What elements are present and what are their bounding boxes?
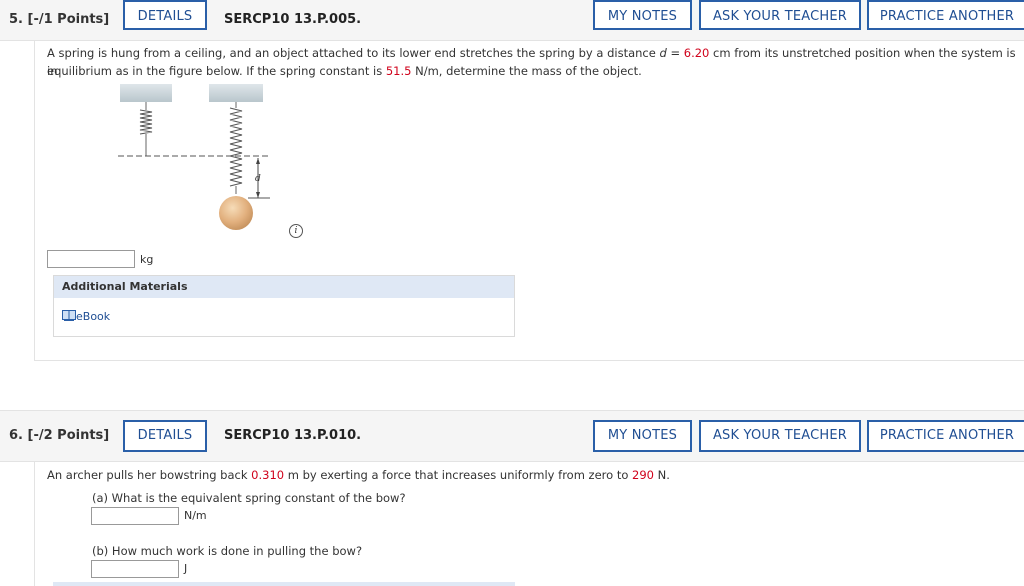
ceiling-right (209, 84, 263, 102)
question-text-part: A spring is hung from a ceiling, and an … (47, 46, 660, 60)
spring-constant-value: 51.5 (385, 64, 412, 78)
hanging-mass (219, 196, 253, 230)
question-number-label: 5. (9, 12, 23, 27)
question-6-text: An archer pulls her bowstring back 0.310… (47, 466, 670, 484)
force-value: 290 (632, 468, 654, 482)
question-6-header: 6. [-/2 Points] DETAILS SERCP10 13.P.010… (0, 410, 1024, 462)
arrow-head-up (256, 158, 260, 164)
distance-label-d: d (255, 174, 261, 184)
ask-teacher-button[interactable]: ASK YOUR TEACHER (699, 420, 861, 452)
question-points: [-/2 Points] (27, 428, 110, 443)
question-number: 5. [-/1 Points] (9, 0, 109, 40)
additional-materials-heading: Additional Materials (54, 276, 514, 298)
my-notes-button[interactable]: MY NOTES (593, 420, 692, 452)
question-text-part: N/m, determine the mass of the object. (411, 64, 642, 78)
ebook-label: eBook (76, 310, 111, 323)
ebook-link[interactable]: eBook (62, 310, 110, 323)
question-text-part: An archer pulls her bowstring back (47, 468, 252, 482)
spring-right-coils (229, 107, 243, 187)
spring-figure: d (118, 84, 270, 230)
mass-unit-label: kg (140, 253, 154, 266)
distance-value: 0.310 (251, 468, 285, 482)
question-text-line-2: equilibrium as in the figure below. If t… (47, 62, 642, 80)
book-icon (62, 310, 76, 321)
equals-sign: = (666, 46, 684, 60)
question-5-header: 5. [-/1 Points] DETAILS SERCP10 13.P.005… (0, 0, 1024, 41)
my-notes-button[interactable]: MY NOTES (593, 0, 692, 30)
practice-another-button[interactable]: PRACTICE ANOTHER (867, 0, 1024, 30)
question-points: [-/1 Points] (27, 12, 110, 27)
part-a-unit-label: N/m (184, 509, 207, 522)
question-number-label: 6. (9, 428, 23, 443)
info-icon[interactable]: i (289, 224, 303, 238)
additional-materials-panel-edge (53, 582, 515, 586)
problem-code: SERCP10 13.P.010. (224, 428, 362, 443)
work-answer-input[interactable] (91, 560, 179, 578)
distance-value: 6.20 (683, 46, 710, 60)
part-b-unit-label: J (184, 562, 188, 575)
part-b-prompt: (b) How much work is done in pulling the… (92, 544, 363, 558)
practice-another-button[interactable]: PRACTICE ANOTHER (867, 420, 1024, 452)
ask-teacher-button[interactable]: ASK YOUR TEACHER (699, 0, 861, 30)
details-button[interactable]: DETAILS (123, 420, 207, 452)
variable-d: d (659, 46, 667, 60)
details-button[interactable]: DETAILS (123, 0, 207, 30)
question-text-part: N. (654, 468, 670, 482)
question-text-part: m by exerting a force that increases uni… (284, 468, 633, 482)
ceiling-left (120, 84, 172, 102)
question-number: 6. [-/2 Points] (9, 411, 109, 461)
spring-constant-answer-input[interactable] (91, 507, 179, 525)
arrow-head-down (256, 192, 260, 198)
mass-answer-input[interactable] (47, 250, 135, 268)
additional-materials-panel: Additional Materials eBook (53, 275, 515, 337)
part-a-prompt: (a) What is the equivalent spring consta… (92, 491, 406, 505)
spring-left-coils (139, 109, 153, 135)
question-text-part: equilibrium as in the figure below. If t… (47, 64, 386, 78)
problem-code: SERCP10 13.P.005. (224, 12, 362, 27)
